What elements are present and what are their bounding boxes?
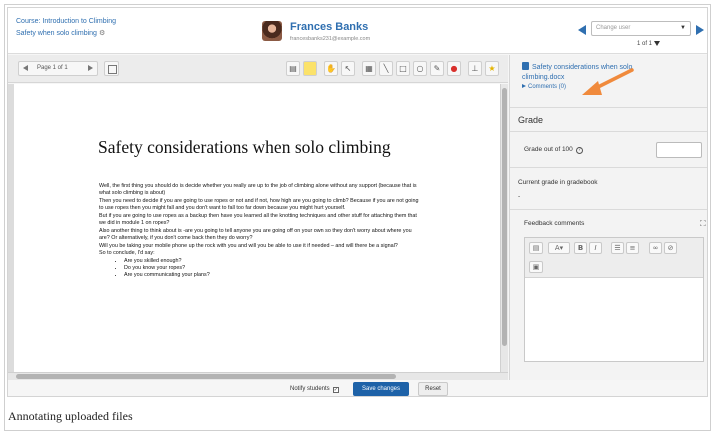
grade-input[interactable] xyxy=(656,142,702,158)
select-tool-icon[interactable]: ↖ xyxy=(341,61,355,76)
pan-tool-icon[interactable]: ✋ xyxy=(324,61,338,76)
help-icon[interactable]: ? xyxy=(575,147,583,154)
horizontal-scrollbar[interactable] xyxy=(8,372,508,380)
oval-tool-icon[interactable]: ○ xyxy=(413,61,427,76)
change-user-select[interactable]: Change user ▼ xyxy=(591,21,691,36)
notify-students-label: Notify students xyxy=(290,386,330,392)
grade-panel: Safety considerations when solo climbing… xyxy=(509,55,707,380)
feedback-label: Feedback comments xyxy=(524,220,585,227)
document-title: Safety considerations when solo climbing xyxy=(98,137,391,157)
font-style-label: A xyxy=(554,244,560,252)
comments-label: Comments (0) xyxy=(528,84,567,90)
page-navigation: Page 1 of 1 xyxy=(18,61,98,76)
unlink-icon[interactable]: ⊘ xyxy=(664,242,677,254)
line-tool-icon[interactable]: ╲ xyxy=(379,61,393,76)
annotation-arrow-icon xyxy=(582,68,634,95)
previous-user-arrow-icon[interactable] xyxy=(578,25,586,35)
next-user-arrow-icon[interactable] xyxy=(696,25,704,35)
annotation-tools: ▤ ✋ ↖ ▦ ╲ □ ○ ✎ ● ⊥ ★ xyxy=(286,61,499,76)
assignment-link-text: Safety when solo climbing xyxy=(16,30,97,37)
link-icon[interactable]: ∞ xyxy=(649,242,662,254)
document-paragraph: Well, the first thing you should do is d… xyxy=(99,183,417,197)
panel-divider xyxy=(510,167,707,168)
user-email: francesbanks231@example.com xyxy=(290,36,371,42)
star-stamp-icon[interactable]: ★ xyxy=(485,61,499,76)
change-user-placeholder: Change user xyxy=(596,25,631,31)
color-picker-icon[interactable] xyxy=(303,61,317,76)
stamp-tool-icon[interactable]: ⊥ xyxy=(468,61,482,76)
grade-label-text: Grade out of 100 xyxy=(524,146,573,153)
next-page-icon[interactable] xyxy=(88,65,93,71)
comments-toggle[interactable]: Comments (0) xyxy=(522,84,566,90)
save-button[interactable]: Save changes xyxy=(353,382,409,396)
current-grade-value: - xyxy=(518,193,521,200)
document-page[interactable]: Safety considerations when solo climbing… xyxy=(14,84,500,372)
page-indicator[interactable]: Page 1 of 1 xyxy=(37,65,68,71)
course-link[interactable]: Course: Introduction to Climbing xyxy=(16,18,116,25)
fullscreen-icon[interactable]: ⛶ xyxy=(700,219,706,229)
highlight-color-icon[interactable]: ● xyxy=(447,61,461,76)
numbered-list-icon[interactable]: ≡ xyxy=(626,242,639,254)
vertical-scrollbar[interactable] xyxy=(500,84,508,372)
feedback-editor[interactable]: ▤ A▾ B I ☰ ≡ ∞ ⊘ ▣ xyxy=(524,237,704,362)
document-paragraph: So to conclude, I'd say: xyxy=(99,250,155,257)
gear-icon[interactable]: ⚙ xyxy=(99,30,105,37)
figure-caption: Annotating uploaded files xyxy=(8,409,133,423)
document-bullet-list: Are you skilled enough? Do you know your… xyxy=(124,258,421,280)
list-item: Do you know your ropes? xyxy=(124,265,421,272)
vertical-scroll-thumb[interactable] xyxy=(502,88,507,346)
user-count-text: 1 of 1 xyxy=(637,41,653,48)
user-count: 1 of 1 xyxy=(637,41,661,48)
document-paragraph: Then you need to decide if you are going… xyxy=(99,197,419,212)
user-name[interactable]: Frances Banks xyxy=(290,21,368,33)
assignment-link[interactable]: Safety when solo climbing ⚙ xyxy=(16,29,105,37)
current-grade-label: Current grade in gradebook xyxy=(518,179,598,186)
pen-tool-icon[interactable]: ✎ xyxy=(430,61,444,76)
document-paragraph: Will you be taking your mobile phone up … xyxy=(99,242,398,249)
expand-icon[interactable] xyxy=(104,61,119,76)
bullet-list-icon[interactable]: ☰ xyxy=(611,242,624,254)
image-icon[interactable]: ▣ xyxy=(529,261,543,273)
notify-checkbox[interactable]: ✓ xyxy=(332,387,339,393)
comment-tool-icon[interactable]: ▤ xyxy=(286,61,300,76)
caret-down-icon: ▼ xyxy=(680,25,686,31)
horizontal-scroll-thumb[interactable] xyxy=(16,374,396,379)
italic-button[interactable]: I xyxy=(589,242,602,254)
list-item: Are you communicating your plans? xyxy=(124,272,421,279)
panel-divider xyxy=(510,107,707,108)
document-paragraph: Also another thing to think about is -ar… xyxy=(99,227,412,242)
chevron-right-icon xyxy=(522,84,526,88)
font-style-button[interactable]: A▾ xyxy=(548,242,570,254)
bold-button[interactable]: B xyxy=(574,242,587,254)
reset-button[interactable]: Reset xyxy=(418,382,448,396)
toolbar-toggle-icon[interactable]: ▤ xyxy=(529,242,543,254)
panel-divider xyxy=(510,209,707,210)
stamp-comment-icon[interactable]: ▦ xyxy=(362,61,376,76)
file-icon xyxy=(522,62,529,70)
avatar xyxy=(262,21,282,41)
document-viewer[interactable]: Safety considerations when solo climbing… xyxy=(8,84,500,372)
list-item: Are you skilled enough? xyxy=(124,258,421,265)
grade-label: Grade out of 100? xyxy=(524,146,583,154)
previous-page-icon[interactable] xyxy=(23,65,28,71)
document-paragraph: But if you are going to use ropes as a b… xyxy=(99,212,417,227)
grading-header: Course: Introduction to Climbing Safety … xyxy=(8,8,707,54)
editor-toolbar: ▤ A▾ B I ☰ ≡ ∞ ⊘ ▣ xyxy=(525,238,703,278)
grading-interface: Course: Introduction to Climbing Safety … xyxy=(7,7,708,397)
document-body: Well, the first thing you should do is d… xyxy=(99,183,421,280)
annotation-toolbar: Page 1 of 1 ▤ ✋ ↖ ▦ ╲ □ ○ ✎ ● ⊥ ★ xyxy=(8,55,508,83)
grade-heading: Grade xyxy=(518,115,544,125)
action-bar: Notify students ✓ Save changes Reset xyxy=(8,380,707,396)
rectangle-tool-icon[interactable]: □ xyxy=(396,61,410,76)
notify-students[interactable]: Notify students ✓ xyxy=(290,386,339,393)
panel-divider xyxy=(510,131,707,132)
filter-icon[interactable] xyxy=(654,41,661,46)
